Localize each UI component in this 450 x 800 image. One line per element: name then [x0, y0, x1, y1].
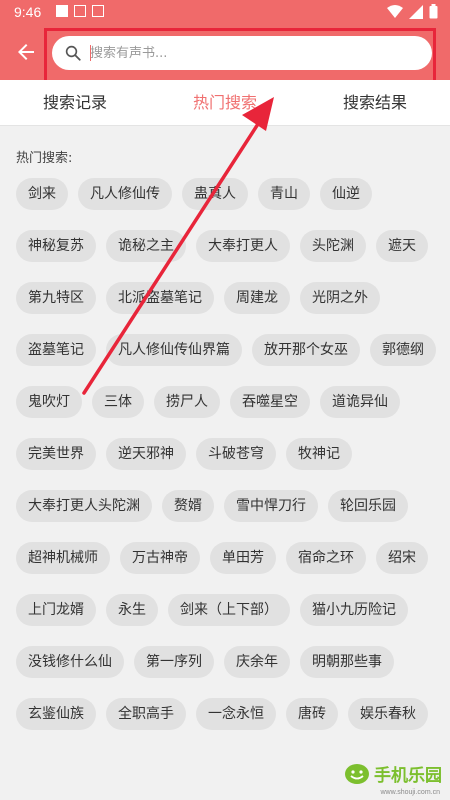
square-icon [56, 5, 68, 17]
hot-search-tag[interactable]: 蛊真人 [182, 178, 248, 210]
hot-search-tag[interactable]: 玄鉴仙族 [16, 698, 96, 730]
hot-search-tag[interactable]: 第一序列 [134, 646, 214, 678]
hot-search-tag[interactable]: 牧神记 [286, 438, 352, 470]
hot-search-tag[interactable]: 全职高手 [106, 698, 186, 730]
hot-search-tag[interactable]: 仙逆 [320, 178, 372, 210]
hot-search-tag-list: 剑来 凡人修仙传 蛊真人 青山 仙逆 神秘复苏 诡秘之主 大奉打更人 头陀渊 遮天 第九特区 北派盗墓… [16, 178, 436, 730]
status-bar: 9:46 [0, 0, 450, 24]
hot-search-tag[interactable]: 道诡异仙 [320, 386, 400, 418]
hot-search-tag[interactable]: 青山 [258, 178, 310, 210]
hot-search-tag[interactable]: 没钱修什么仙 [16, 646, 124, 678]
status-time: 9:46 [14, 4, 42, 20]
hot-search-tag[interactable]: 宿命之环 [286, 542, 366, 574]
wifi-icon [387, 4, 403, 18]
hot-search-tag[interactable]: 三体 [92, 386, 144, 418]
hot-search-tag[interactable]: 一念永恒 [196, 698, 276, 730]
hot-search-tag[interactable]: 剑来 [16, 178, 68, 210]
arrow-left-icon[interactable] [14, 40, 38, 64]
watermark-url: www.shouji.com.cn [380, 789, 440, 796]
tab-hot-search[interactable]: 热门搜索 [150, 80, 300, 125]
search-box[interactable] [52, 36, 432, 70]
hot-search-tag[interactable]: 猫小九历险记 [300, 594, 408, 626]
hot-search-tag[interactable]: 神秘复苏 [16, 230, 96, 262]
hot-search-tag[interactable]: 头陀渊 [300, 230, 366, 262]
tab-search-results[interactable]: 搜索结果 [300, 80, 450, 125]
signal-icon [409, 4, 423, 19]
hot-search-tag[interactable]: 遮天 [376, 230, 428, 262]
hot-search-tag[interactable]: 超神机械师 [16, 542, 110, 574]
hot-search-tag[interactable]: 北派盗墓笔记 [106, 282, 214, 314]
hot-search-tag[interactable]: 剑来（上下部） [168, 594, 290, 626]
hot-search-tag[interactable]: 放开那个女巫 [252, 334, 360, 366]
hot-search-tag[interactable]: 逆天邪神 [106, 438, 186, 470]
hot-search-tag[interactable]: 诡秘之主 [106, 230, 186, 262]
status-system-icons [387, 4, 438, 19]
hot-search-tag[interactable]: 明朝那些事 [300, 646, 394, 678]
hot-search-tag[interactable]: 单田芳 [210, 542, 276, 574]
hot-search-tag[interactable]: 郭德纲 [370, 334, 436, 366]
hot-search-tag[interactable]: 吞噬星空 [230, 386, 310, 418]
hot-search-tag[interactable]: 庆余年 [224, 646, 290, 678]
hot-search-tag[interactable]: 大奉打更人头陀渊 [16, 490, 152, 522]
keyboard-icon [92, 5, 104, 17]
hot-search-tag[interactable]: 第九特区 [16, 282, 96, 314]
watermark-logo: 手机乐园 [344, 761, 442, 786]
tab-bar: 搜索记录 热门搜索 搜索结果 [0, 80, 450, 126]
hot-search-tag[interactable]: 绍宋 [376, 542, 428, 574]
search-icon [65, 45, 81, 61]
hot-search-title: 热门搜索: [16, 151, 73, 166]
hot-search-tag[interactable]: 万古神帝 [120, 542, 200, 574]
text-cursor [90, 45, 91, 61]
hot-search-tag[interactable]: 盗墓笔记 [16, 334, 96, 366]
hot-search-tag[interactable]: 唐砖 [286, 698, 338, 730]
hot-search-tag[interactable]: 捞尸人 [154, 386, 220, 418]
hot-search-tag[interactable]: 完美世界 [16, 438, 96, 470]
hot-search-tag[interactable]: 大奉打更人 [196, 230, 290, 262]
hot-search-tag[interactable]: 周建龙 [224, 282, 290, 314]
battery-icon [429, 4, 438, 19]
hot-search-tag[interactable]: 凡人修仙传 [78, 178, 172, 210]
search-input[interactable] [90, 36, 420, 70]
hot-search-tag[interactable]: 赘婿 [162, 490, 214, 522]
hot-search-tag[interactable]: 永生 [106, 594, 158, 626]
hot-search-tag[interactable]: 凡人修仙传仙界篇 [106, 334, 242, 366]
watermark-text: 手机乐园 [374, 766, 442, 786]
hot-search-tag[interactable]: 上门龙婿 [16, 594, 96, 626]
app-bar [0, 24, 450, 80]
hot-search-tag[interactable]: 雪中悍刀行 [224, 490, 318, 522]
notification-a-icon [74, 5, 86, 17]
hot-search-tag[interactable]: 娱乐春秋 [348, 698, 428, 730]
hot-search-tag[interactable]: 光阴之外 [300, 282, 380, 314]
tab-search-history[interactable]: 搜索记录 [0, 80, 150, 125]
hot-search-tag[interactable]: 轮回乐园 [328, 490, 408, 522]
hot-search-tag[interactable]: 鬼吹灯 [16, 386, 82, 418]
hot-search-tag[interactable]: 斗破苍穹 [196, 438, 276, 470]
smiley-logo-icon [345, 763, 369, 784]
status-notification-icons [56, 5, 104, 17]
